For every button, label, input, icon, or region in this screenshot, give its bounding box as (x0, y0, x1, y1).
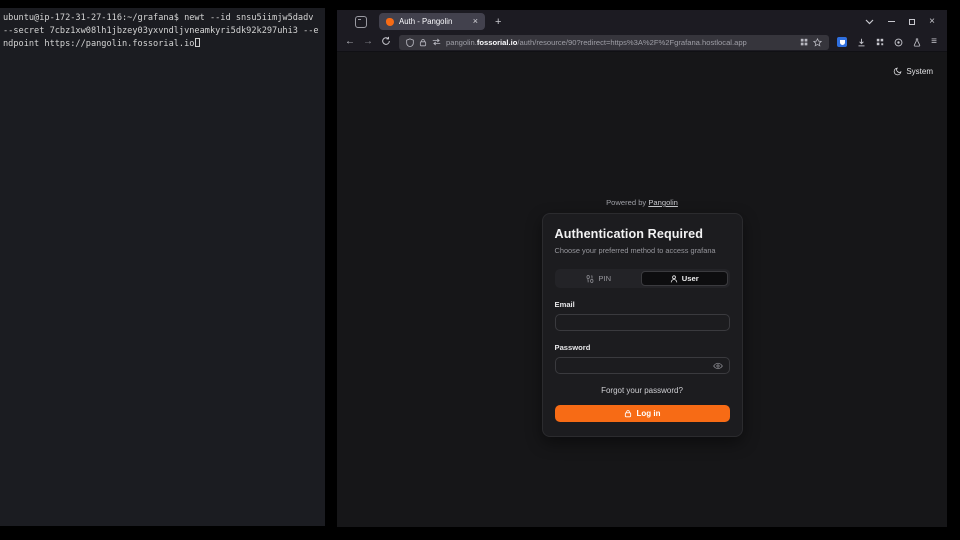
tab-user-label: User (682, 274, 699, 283)
url-text: pangolin. fossorial.io /auth/resource/90… (446, 38, 795, 47)
powered-by: Powered by Pangolin (606, 198, 678, 207)
forward-button[interactable]: → (363, 37, 373, 47)
url-subdomain: pangolin. (446, 38, 477, 47)
terminal-text: ndpoint https://pangolin.fossorial.io (3, 39, 194, 49)
menu-icon[interactable]: ≡ (931, 37, 937, 47)
user-icon (670, 275, 678, 283)
window-controls: × (865, 17, 941, 27)
ublock-extension-icon[interactable] (837, 37, 847, 47)
login-button[interactable]: Log in (555, 405, 730, 422)
extensions-icon[interactable] (876, 38, 884, 46)
password-field[interactable] (562, 361, 713, 370)
login-lock-icon (624, 409, 632, 418)
password-label: Password (555, 343, 730, 352)
password-field-wrap (555, 357, 730, 374)
terminal-cursor (195, 38, 200, 47)
tracking-shield-icon[interactable] (406, 38, 414, 47)
page-viewport: System Powered by Pangolin Authenticatio… (337, 52, 947, 527)
binary-icon (586, 275, 594, 283)
tab-close-icon[interactable]: × (473, 17, 478, 26)
sidebar-flask-icon[interactable] (913, 38, 921, 47)
minimize-button[interactable] (888, 21, 895, 22)
maximize-button[interactable] (909, 19, 915, 25)
navigation-toolbar: ← → pangolin. fossorial.io /auth/resourc… (337, 33, 947, 52)
pangolin-link[interactable]: Pangolin (648, 198, 678, 207)
method-tabs: PIN User (555, 269, 730, 288)
reload-button[interactable] (381, 33, 391, 51)
chevron-down-icon[interactable] (865, 19, 874, 25)
toolbar-extension-area: ≡ (837, 37, 939, 47)
auth-card: Authentication Required Choose your pref… (542, 213, 743, 437)
account-icon[interactable] (894, 38, 903, 47)
bookmark-star-icon[interactable] (813, 38, 822, 47)
pangolin-favicon-icon (386, 18, 394, 26)
firefox-view-icon[interactable] (355, 16, 367, 28)
terminal-window[interactable]: ubuntu@ip-172-31-27-116:~/grafana$ newt … (0, 8, 325, 526)
show-password-eye-icon[interactable] (713, 362, 723, 370)
email-field[interactable] (562, 318, 723, 327)
desktop: ubuntu@ip-172-31-27-116:~/grafana$ newt … (0, 0, 960, 540)
card-title: Authentication Required (555, 227, 730, 241)
tab-pin[interactable]: PIN (557, 271, 642, 286)
card-subtitle: Choose your preferred method to access g… (555, 246, 730, 255)
login-button-label: Log in (637, 409, 661, 418)
url-domain: fossorial.io (477, 38, 518, 47)
tab-pin-label: PIN (598, 274, 611, 283)
browser-window: Auth - Pangolin × + × ← → (337, 10, 947, 527)
tab-title: Auth - Pangolin (399, 17, 468, 26)
terminal-line: ubuntu@ip-172-31-27-116:~/grafana$ newt … (3, 12, 322, 25)
terminal-text: ubuntu@ip-172-31-27-116:~/grafana$ newt … (3, 13, 313, 23)
url-bar[interactable]: pangolin. fossorial.io /auth/resource/90… (399, 35, 829, 50)
downloads-icon[interactable] (857, 38, 866, 47)
containers-grid-icon[interactable] (800, 38, 808, 46)
powered-by-text: Powered by (606, 198, 648, 207)
window-close-button[interactable]: × (929, 17, 935, 27)
new-tab-button[interactable]: + (495, 16, 501, 28)
permissions-arrows-icon[interactable] (432, 38, 441, 46)
forgot-password-link[interactable]: Forgot your password? (555, 386, 730, 395)
email-label: Email (555, 300, 730, 309)
terminal-text: --secret 7cbz1xw08lh1jbzey03yxvndljvneam… (3, 26, 319, 36)
lock-icon[interactable] (419, 38, 427, 47)
url-fade (769, 38, 795, 47)
terminal-line: --secret 7cbz1xw08lh1jbzey03yxvndljvneam… (3, 25, 322, 38)
url-path: /auth/resource/90?redirect=https%3A%2F%2… (517, 38, 746, 47)
terminal-line: ndpoint https://pangolin.fossorial.io (3, 38, 322, 51)
tab-user[interactable]: User (641, 271, 728, 286)
back-button[interactable]: ← (345, 37, 355, 47)
tab-bar: Auth - Pangolin × + × (337, 10, 947, 33)
email-field-wrap (555, 314, 730, 331)
browser-tab-auth-pangolin[interactable]: Auth - Pangolin × (379, 13, 485, 30)
auth-column: Powered by Pangolin Authentication Requi… (337, 52, 947, 437)
